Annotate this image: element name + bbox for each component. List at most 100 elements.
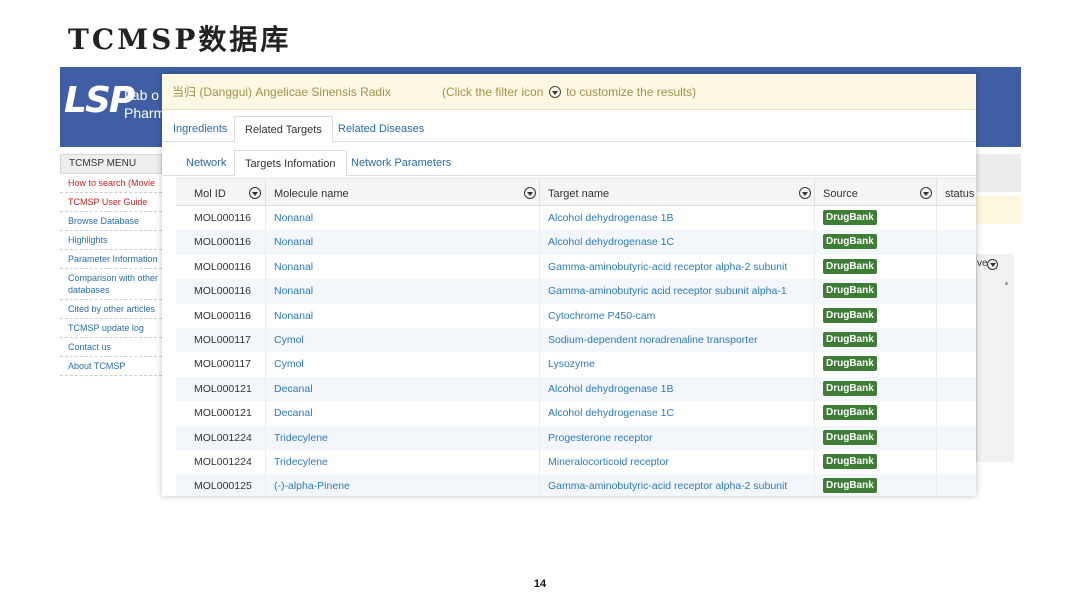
source-badge[interactable]: DrugBank xyxy=(823,210,877,225)
target-link[interactable]: Gamma-aminobutyric-acid receptor alpha-2… xyxy=(540,474,815,496)
background-notice xyxy=(976,196,1021,224)
table-body: MOL000116 Nonanal Alcohol dehydrogenase 1B… xyxy=(176,206,976,496)
menu-item[interactable]: TCMSP User Guide xyxy=(60,193,162,212)
scroll-up-icon[interactable]: ▲ xyxy=(1003,280,1010,287)
molecule-link[interactable]: Tridecylene xyxy=(266,449,540,475)
menu-item[interactable]: Cited by other articles xyxy=(60,300,162,319)
page-number: 14 xyxy=(533,578,547,590)
table-row: MOL000117 Cymol Sodium-dependent noradrena… xyxy=(176,327,976,353)
subtab-targets-information[interactable]: Targets Infomation xyxy=(234,150,347,177)
filter-hint: (Click the filter icon to customize the … xyxy=(442,85,697,99)
tab-related-diseases[interactable]: Related Diseases xyxy=(328,116,434,142)
table-header: Mol ID Molecule name Target name Source … xyxy=(176,178,976,207)
molecule-link[interactable]: Nonanal xyxy=(266,303,540,328)
table-row: MOL000116 Nonanal Cytochrome P450-cam DrugB… xyxy=(176,303,976,328)
source-badge[interactable]: DrugBank xyxy=(823,429,877,445)
molecule-link[interactable]: Cymol xyxy=(266,327,540,353)
source-badge[interactable]: DrugBank xyxy=(823,307,877,323)
target-link[interactable]: Lysozyme xyxy=(540,352,815,377)
source-badge[interactable]: DrugBank xyxy=(823,405,877,421)
mol-id-cell: MOL000117 xyxy=(186,327,266,353)
background-toolbar xyxy=(976,154,1021,192)
target-link[interactable]: Gamma-aminobutyric acid receptor subunit… xyxy=(540,279,815,304)
panel-title-bar: 当归 (Danggui) Angelicae Sinensis Radix (C… xyxy=(162,74,976,110)
source-badge[interactable]: DrugBank xyxy=(823,356,877,372)
molecule-link[interactable]: Nonanal xyxy=(266,254,540,280)
target-link[interactable]: Progesterone receptor xyxy=(540,425,815,450)
target-link[interactable]: Alcohol dehydrogenase 1C xyxy=(540,230,815,255)
molecule-link[interactable]: Tridecylene xyxy=(266,425,540,450)
filter-icon[interactable] xyxy=(920,187,932,199)
target-link[interactable]: Alcohol dehydrogenase 1B xyxy=(540,206,815,231)
molecule-link[interactable]: Decanal xyxy=(266,376,540,402)
target-link[interactable]: Sodium-dependent noradrenaline transport… xyxy=(540,327,815,353)
source-cell: DrugBank xyxy=(815,327,937,353)
source-badge[interactable]: DrugBank xyxy=(823,331,877,347)
table-row: MOL000116 Nonanal Gamma-aminobutyric acid … xyxy=(176,279,976,304)
molecule-link[interactable]: Nonanal xyxy=(266,279,540,304)
status-cell xyxy=(937,279,976,303)
status-cell xyxy=(937,401,976,425)
filter-icon[interactable] xyxy=(987,259,998,270)
status-cell xyxy=(937,352,976,376)
status-cell xyxy=(937,377,976,401)
status-cell xyxy=(937,474,976,496)
table-row: MOL001224 Tridecylene Mineralocorticoid re… xyxy=(176,449,976,475)
table-row: MOL000121 Decanal Alcohol dehydrogenase 1C… xyxy=(176,401,976,426)
target-link[interactable]: Cytochrome P450-cam xyxy=(540,303,815,328)
menu-item[interactable]: About TCMSP xyxy=(60,357,162,376)
source-badge[interactable]: DrugBank xyxy=(823,380,877,396)
molecule-link[interactable]: Nonanal xyxy=(266,230,540,255)
molecule-link[interactable]: Decanal xyxy=(266,401,540,426)
source-cell: DrugBank xyxy=(815,352,937,377)
source-badge[interactable]: DrugBank xyxy=(823,283,877,299)
source-badge[interactable]: DrugBank xyxy=(823,234,877,250)
status-cell xyxy=(937,328,976,352)
subtab-network[interactable]: Network xyxy=(176,150,236,176)
tab-related-targets[interactable]: Related Targets xyxy=(234,116,333,143)
filter-icon[interactable] xyxy=(524,187,536,199)
target-link[interactable]: Alcohol dehydrogenase 1C xyxy=(540,401,815,426)
mol-id-cell: MOL000116 xyxy=(186,279,266,304)
target-link[interactable]: Gamma-aminobutyric-acid receptor alpha-2… xyxy=(540,254,815,280)
column-header-source[interactable]: Source xyxy=(815,179,937,207)
menu-item[interactable]: Parameter Information xyxy=(60,250,162,269)
target-link[interactable]: Alcohol dehydrogenase 1B xyxy=(540,376,815,402)
molecule-link[interactable]: Cymol xyxy=(266,352,540,377)
column-header-molecule-name[interactable]: Molecule name xyxy=(266,179,540,207)
targets-table: Mol ID Molecule name Target name Source … xyxy=(176,178,976,496)
filter-icon[interactable] xyxy=(799,187,811,199)
source-badge[interactable]: DrugBank xyxy=(823,453,877,469)
column-header-mol-id[interactable]: Mol ID xyxy=(186,179,266,207)
table-row: MOL000116 Nonanal Gamma-aminobutyric-acid … xyxy=(176,254,976,280)
mol-id-cell: MOL000116 xyxy=(186,303,266,328)
table-row: MOL000121 Decanal Alcohol dehydrogenase 1B… xyxy=(176,376,976,402)
menu-item[interactable]: Highlights xyxy=(60,231,162,250)
column-header-status[interactable]: status xyxy=(937,179,976,207)
subtab-network-parameters[interactable]: Network Parameters xyxy=(341,150,461,176)
menu-item[interactable]: Browse Database xyxy=(60,212,162,231)
source-cell: DrugBank xyxy=(815,254,937,280)
molecule-link[interactable]: (-)-alpha-Pinene xyxy=(266,474,540,496)
status-cell xyxy=(937,426,976,450)
menu-item[interactable]: Comparison with other databases xyxy=(60,269,162,300)
mol-id-cell: MOL000116 xyxy=(186,206,266,231)
background-table-edge: ve ▲ xyxy=(976,254,1014,462)
table-row: MOL000117 Cymol Lysozyme DrugBank xyxy=(176,352,976,377)
mol-id-cell: MOL000125 xyxy=(186,474,266,496)
source-badge[interactable]: DrugBank xyxy=(823,478,877,494)
source-cell: DrugBank xyxy=(815,401,937,426)
menu-item[interactable]: TCMSP update log xyxy=(60,319,162,338)
lsp-logo[interactable]: LSP Lab o Pharm xyxy=(62,76,165,132)
source-cell: DrugBank xyxy=(815,425,937,450)
menu-item[interactable]: Contact us xyxy=(60,338,162,357)
source-badge[interactable]: DrugBank xyxy=(823,258,877,274)
filter-icon[interactable] xyxy=(249,187,261,199)
column-header-target-name[interactable]: Target name xyxy=(540,179,815,207)
target-link[interactable]: Mineralocorticoid receptor xyxy=(540,449,815,475)
status-cell xyxy=(937,255,976,279)
menu-item[interactable]: How to search (Movie xyxy=(60,174,162,193)
tab-ingredients[interactable]: Ingredients xyxy=(163,116,237,142)
source-cell: DrugBank xyxy=(815,206,937,231)
molecule-link[interactable]: Nonanal xyxy=(266,206,540,231)
